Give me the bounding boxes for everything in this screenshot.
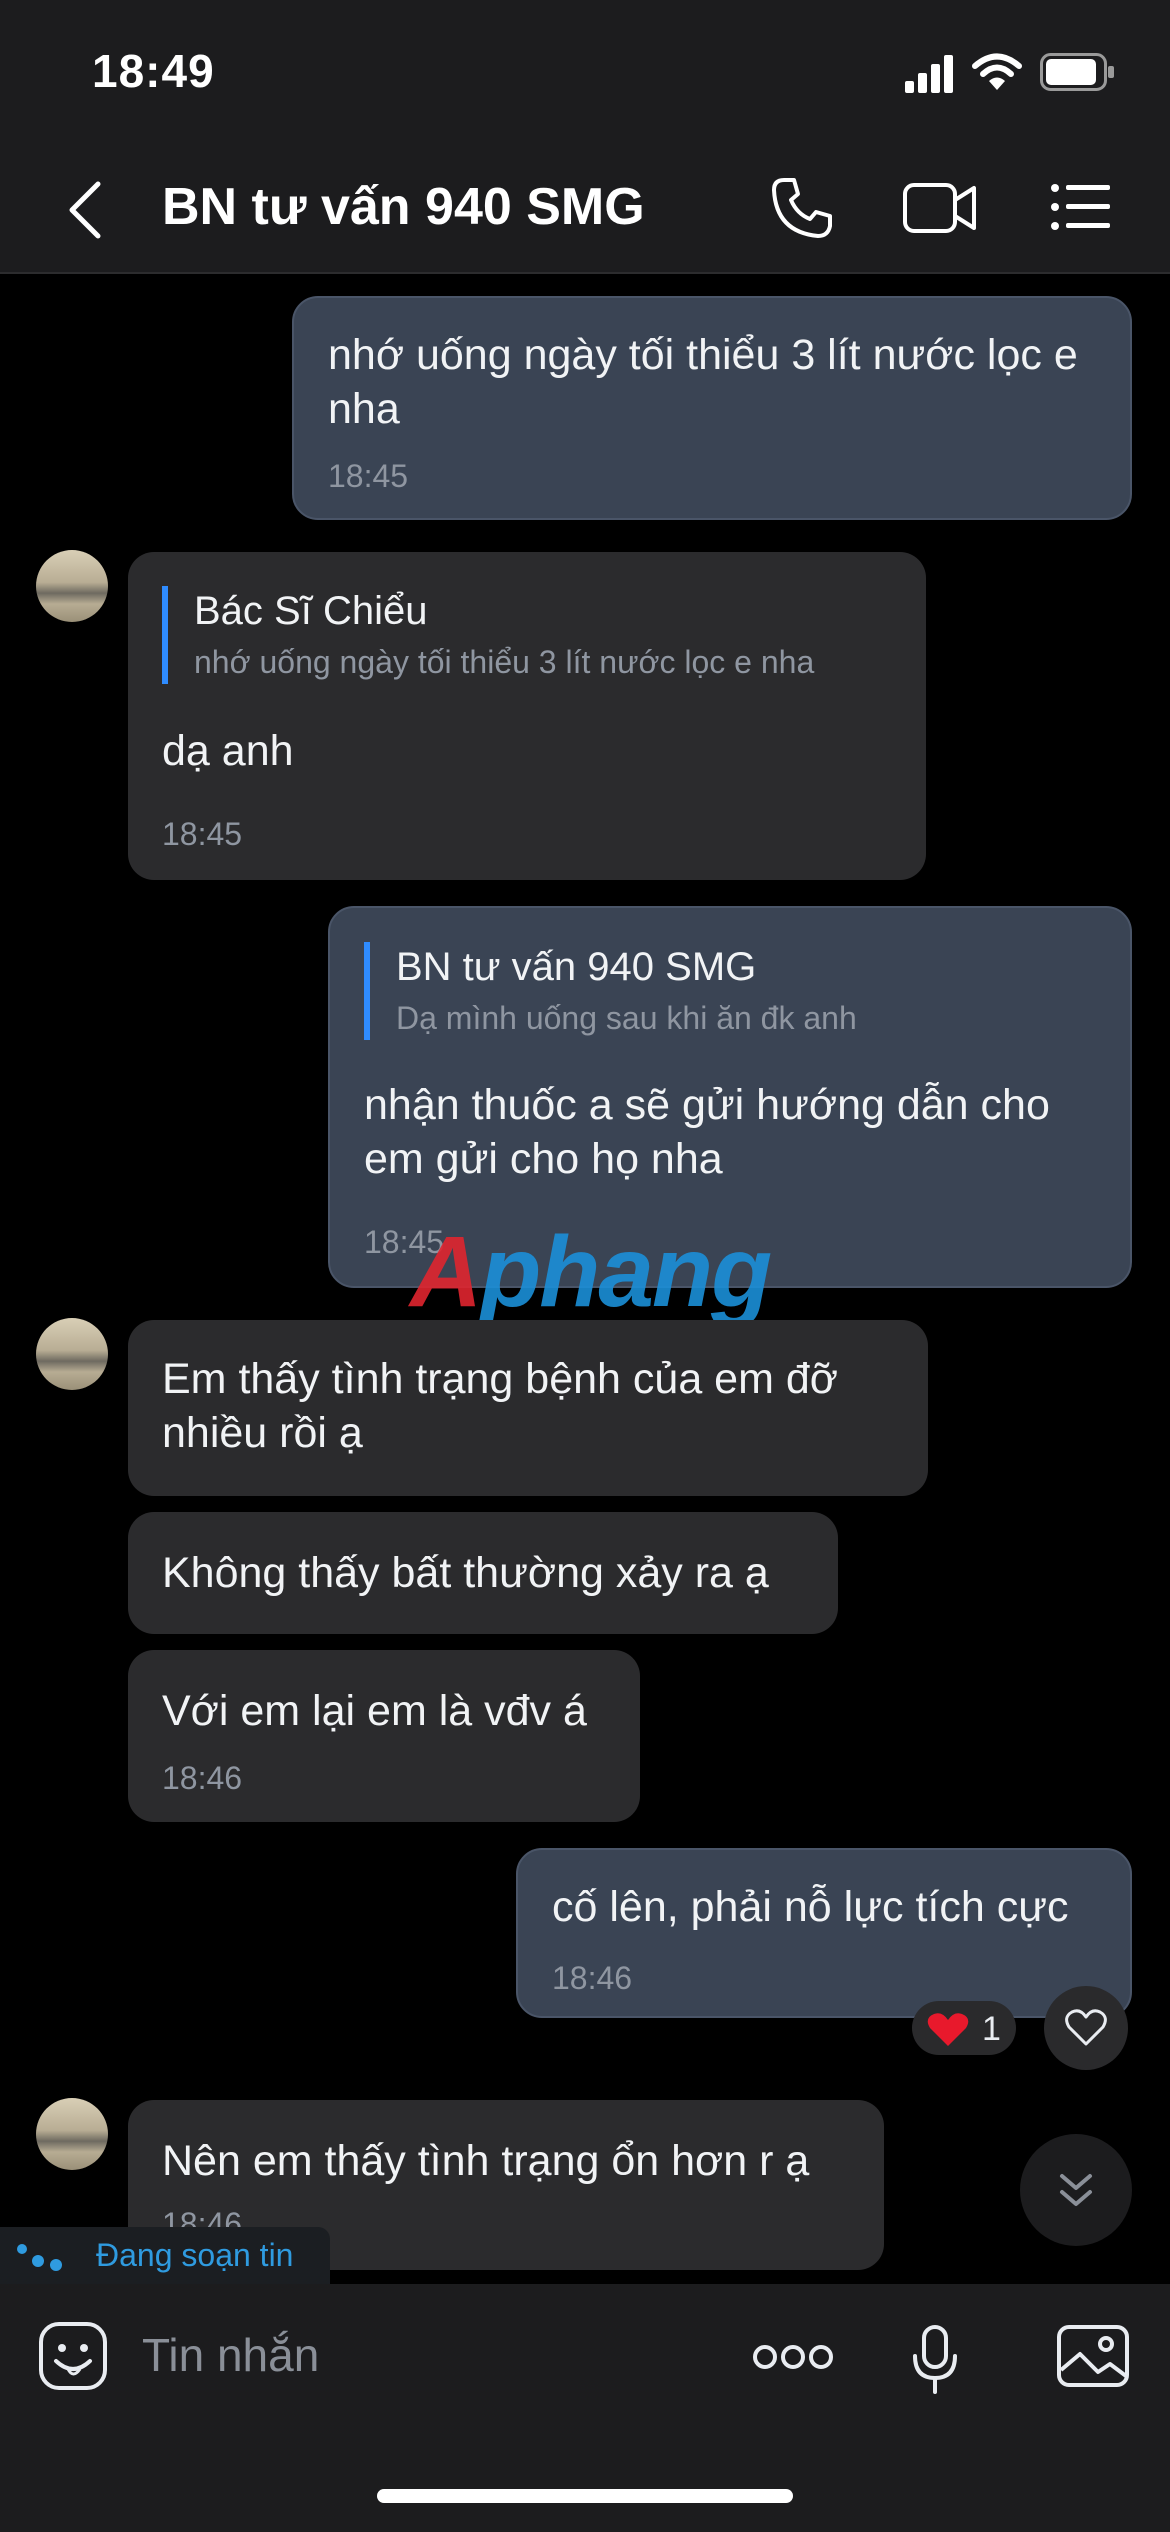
double-chevron-down-icon [1060, 2174, 1092, 2206]
message-time: 18:45 [162, 816, 243, 852]
avatar[interactable] [36, 2098, 108, 2170]
sticker-emoji-icon[interactable] [38, 2321, 108, 2391]
incoming-message[interactable]: Em thấy tình trạng bệnh của em đỡ nhiều … [128, 1320, 928, 1496]
chat-header: BN tư vấn 940 SMG [0, 150, 1170, 274]
message-text: Nên em thấy tình trạng ổn hơn r ạ [162, 2137, 810, 2185]
typing-text: Đang soạn tin [96, 2237, 294, 2273]
reaction-count: 1 [982, 2010, 1001, 2048]
reply-quote[interactable]: BN tư vấn 940 SMG Dạ mình uống sau khi ă… [364, 942, 1096, 1040]
phone-call-icon[interactable] [770, 176, 834, 240]
scroll-to-bottom-button[interactable] [1020, 2134, 1132, 2246]
heart-reaction-icon [927, 2013, 969, 2046]
message-text: nhận thuốc a sẽ gửi hướng dẫn cho em gửi… [364, 1081, 1050, 1183]
message-text: Em thấy tình trạng bệnh của em đỡ nhiều … [162, 1355, 838, 1457]
status-bar: 18:49 [0, 0, 1170, 150]
reaction-badge[interactable]: 1 [912, 2001, 1016, 2055]
avatar[interactable] [36, 1318, 108, 1390]
message-time: 18:46 [552, 1960, 633, 1996]
outgoing-message[interactable]: nhớ uống ngày tối thiểu 3 lít nước lọc e… [292, 296, 1132, 520]
typing-dots-icon [17, 2244, 62, 2271]
message-text: nhớ uống ngày tối thiểu 3 lít nước lọc e… [328, 331, 1078, 433]
avatar[interactable] [36, 550, 108, 622]
heart-outline-icon [1065, 2009, 1107, 2046]
status-time: 18:49 [92, 45, 215, 97]
message-text: cố lên, phải nỗ lực tích cực [552, 1883, 1069, 1931]
quote-text: Dạ mình uống sau khi ăn đk anh [396, 1000, 857, 1036]
reply-quote[interactable]: Bác Sĩ Chiểu nhớ uống ngày tối thiểu 3 l… [162, 586, 894, 684]
message-input[interactable]: Tin nhắn [142, 2328, 319, 2382]
more-options-icon[interactable] [752, 2344, 834, 2370]
message-time: 18:46 [162, 1760, 243, 1796]
message-time: 18:45 [328, 458, 409, 494]
react-button[interactable] [1044, 1986, 1128, 2070]
battery-icon [1040, 53, 1114, 91]
message-text: Không thấy bất thường xảy ra ạ [162, 1549, 769, 1597]
message-text: Với em lại em là vđv á [162, 1687, 587, 1735]
wifi-icon [972, 53, 1022, 90]
incoming-message[interactable]: Với em lại em là vđv á 18:46 [128, 1650, 640, 1822]
incoming-message[interactable]: Không thấy bất thường xảy ra ạ [128, 1512, 838, 1634]
message-text: dạ anh [162, 727, 294, 775]
typing-indicator: Đang soạn tin [0, 2227, 330, 2285]
quote-sender: Bác Sĩ Chiểu [194, 589, 428, 633]
quote-text: nhớ uống ngày tối thiểu 3 lít nước lọc e… [194, 644, 815, 680]
signal-icon [905, 55, 953, 93]
gallery-image-icon[interactable] [1056, 2324, 1130, 2388]
video-call-icon[interactable] [902, 180, 978, 236]
back-icon[interactable] [66, 180, 106, 240]
outgoing-message[interactable]: cố lên, phải nỗ lực tích cực 18:46 [516, 1848, 1132, 2018]
home-indicator[interactable] [377, 2489, 793, 2503]
menu-list-icon[interactable] [1050, 182, 1110, 232]
incoming-message[interactable]: Bác Sĩ Chiểu nhớ uống ngày tối thiểu 3 l… [128, 552, 926, 880]
quote-sender: BN tư vấn 940 SMG [396, 945, 757, 989]
watermark-logo: Aphang [410, 1216, 772, 1328]
microphone-icon[interactable] [910, 2324, 960, 2396]
chat-title[interactable]: BN tư vấn 940 SMG [162, 177, 645, 237]
